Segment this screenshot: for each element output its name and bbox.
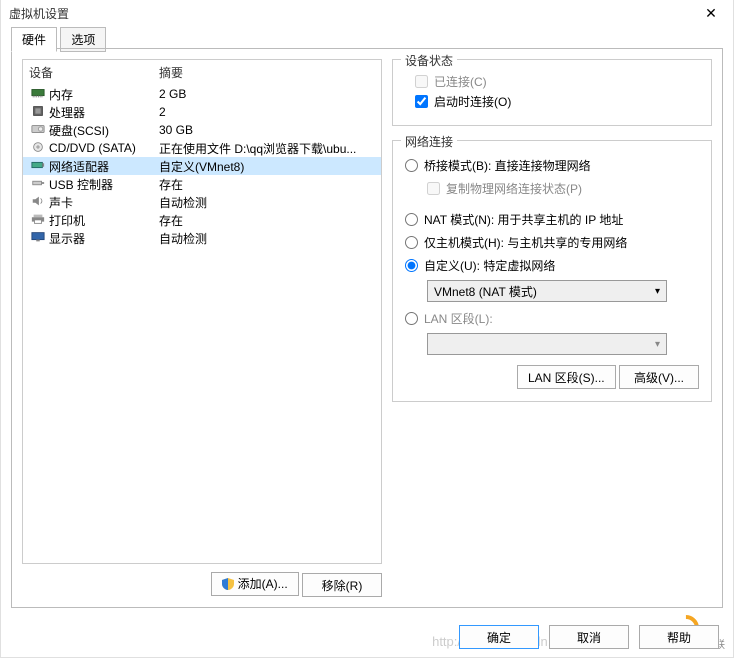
- custom-vmnet-value: VMnet8 (NAT 模式): [434, 283, 537, 300]
- bridged-radio[interactable]: [405, 159, 418, 172]
- custom-radio[interactable]: [405, 259, 418, 272]
- lanseg-radio-row[interactable]: LAN 区段(L):: [405, 310, 699, 327]
- device-summary: 2 GB: [159, 87, 375, 101]
- ok-button[interactable]: 确定: [459, 625, 539, 649]
- dialog-button-bar: 确定 取消 帮助: [459, 625, 719, 649]
- bridged-label: 桥接模式(B): 直接连接物理网络: [424, 157, 591, 174]
- advanced-button[interactable]: 高级(V)...: [619, 365, 699, 389]
- connected-checkbox-row[interactable]: 已连接(C): [415, 73, 699, 90]
- device-row-printer[interactable]: 打印机 存在: [23, 211, 381, 229]
- device-name: 处理器: [49, 104, 159, 121]
- nat-label: NAT 模式(N): 用于共享主机的 IP 地址: [424, 211, 623, 228]
- close-icon[interactable]: ✕: [697, 5, 725, 22]
- tab-strip: 硬件 选项: [11, 26, 723, 48]
- replicate-row: 复制物理网络连接状态(P): [427, 180, 699, 197]
- device-row-display[interactable]: 显示器 自动检测: [23, 229, 381, 247]
- device-status-group: 设备状态 已连接(C) 启动时连接(O): [392, 59, 712, 126]
- connect-poweron-row[interactable]: 启动时连接(O): [415, 93, 699, 110]
- left-panel: 设备 摘要 内存 2 GB 处理器 2 硬盘(SCSI) 30 GB CD/DV: [22, 59, 382, 597]
- tab-hardware[interactable]: 硬件: [11, 27, 57, 52]
- connect-poweron-label: 启动时连接(O): [434, 93, 511, 110]
- header-summary: 摘要: [159, 64, 375, 81]
- connect-poweron-checkbox[interactable]: [415, 95, 428, 108]
- network-connection-group: 网络连接 桥接模式(B): 直接连接物理网络 复制物理网络连接状态(P) NAT…: [392, 140, 712, 402]
- left-button-row: 添加(A)... 移除(R): [22, 572, 382, 598]
- device-name: 打印机: [49, 212, 159, 229]
- device-name: USB 控制器: [49, 176, 159, 193]
- device-name: 声卡: [49, 194, 159, 211]
- monitor-icon: [29, 231, 47, 246]
- network-connection-title: 网络连接: [401, 133, 457, 150]
- window-title: 虚拟机设置: [9, 5, 697, 22]
- memory-icon: [29, 87, 47, 102]
- chevron-down-icon: ▾: [655, 286, 660, 297]
- bridged-radio-row[interactable]: 桥接模式(B): 直接连接物理网络: [405, 157, 699, 174]
- device-list-header: 设备 摘要: [23, 60, 381, 85]
- device-summary: 2: [159, 105, 375, 119]
- add-button-label: 添加(A)...: [238, 575, 288, 592]
- chevron-down-icon: ▾: [655, 339, 660, 350]
- device-row-cddvd[interactable]: CD/DVD (SATA) 正在使用文件 D:\qq浏览器下载\ubu...: [23, 139, 381, 157]
- custom-vmnet-dropdown[interactable]: VMnet8 (NAT 模式) ▾: [427, 280, 667, 302]
- device-name: 网络适配器: [49, 158, 159, 175]
- cancel-button[interactable]: 取消: [549, 625, 629, 649]
- connected-checkbox[interactable]: [415, 75, 428, 88]
- sound-icon: [29, 195, 47, 210]
- device-summary: 自定义(VMnet8): [159, 158, 375, 175]
- hostonly-label: 仅主机模式(H): 与主机共享的专用网络: [424, 234, 627, 251]
- hostonly-radio-row[interactable]: 仅主机模式(H): 与主机共享的专用网络: [405, 234, 699, 251]
- harddisk-icon: [29, 123, 47, 138]
- custom-radio-row[interactable]: 自定义(U): 特定虚拟网络: [405, 257, 699, 274]
- header-device: 设备: [29, 64, 159, 81]
- device-name: 硬盘(SCSI): [49, 122, 159, 139]
- lan-segments-button[interactable]: LAN 区段(S)...: [517, 365, 616, 389]
- lanseg-label: LAN 区段(L):: [424, 310, 493, 327]
- device-summary: 自动检测: [159, 230, 375, 247]
- device-row-usb[interactable]: USB 控制器 存在: [23, 175, 381, 193]
- titlebar: 虚拟机设置 ✕: [1, 0, 733, 26]
- shield-icon: [222, 578, 234, 590]
- network-adapter-icon: [29, 159, 47, 174]
- device-summary: 存在: [159, 176, 375, 193]
- device-summary: 正在使用文件 D:\qq浏览器下载\ubu...: [159, 140, 375, 157]
- right-panel: 设备状态 已连接(C) 启动时连接(O) 网络连接 桥接模式(B): 直接连接物…: [392, 59, 712, 597]
- replicate-label: 复制物理网络连接状态(P): [446, 180, 582, 197]
- remove-button[interactable]: 移除(R): [302, 573, 382, 597]
- custom-label: 自定义(U): 特定虚拟网络: [424, 257, 555, 274]
- nat-radio[interactable]: [405, 213, 418, 226]
- help-button[interactable]: 帮助: [639, 625, 719, 649]
- connected-label: 已连接(C): [434, 73, 487, 90]
- cd-icon: [29, 141, 47, 156]
- device-status-title: 设备状态: [401, 52, 457, 69]
- device-name: 内存: [49, 86, 159, 103]
- device-summary: 30 GB: [159, 123, 375, 137]
- device-name: 显示器: [49, 230, 159, 247]
- lanseg-dropdown: ▾: [427, 333, 667, 355]
- device-list: 设备 摘要 内存 2 GB 处理器 2 硬盘(SCSI) 30 GB CD/DV: [22, 59, 382, 564]
- lanseg-radio[interactable]: [405, 312, 418, 325]
- printer-icon: [29, 213, 47, 228]
- content-area: 设备 摘要 内存 2 GB 处理器 2 硬盘(SCSI) 30 GB CD/DV: [11, 48, 723, 608]
- device-row-sound[interactable]: 声卡 自动检测: [23, 193, 381, 211]
- device-row-cpu[interactable]: 处理器 2: [23, 103, 381, 121]
- usb-icon: [29, 177, 47, 192]
- replicate-checkbox: [427, 182, 440, 195]
- device-row-memory[interactable]: 内存 2 GB: [23, 85, 381, 103]
- network-extra-buttons: LAN 区段(S)... 高级(V)...: [405, 365, 699, 389]
- add-button[interactable]: 添加(A)...: [211, 572, 299, 596]
- hostonly-radio[interactable]: [405, 236, 418, 249]
- device-summary: 存在: [159, 212, 375, 229]
- device-summary: 自动检测: [159, 194, 375, 211]
- device-name: CD/DVD (SATA): [49, 141, 159, 155]
- device-row-disk[interactable]: 硬盘(SCSI) 30 GB: [23, 121, 381, 139]
- device-row-network[interactable]: 网络适配器 自定义(VMnet8): [23, 157, 381, 175]
- cpu-icon: [29, 105, 47, 120]
- nat-radio-row[interactable]: NAT 模式(N): 用于共享主机的 IP 地址: [405, 211, 699, 228]
